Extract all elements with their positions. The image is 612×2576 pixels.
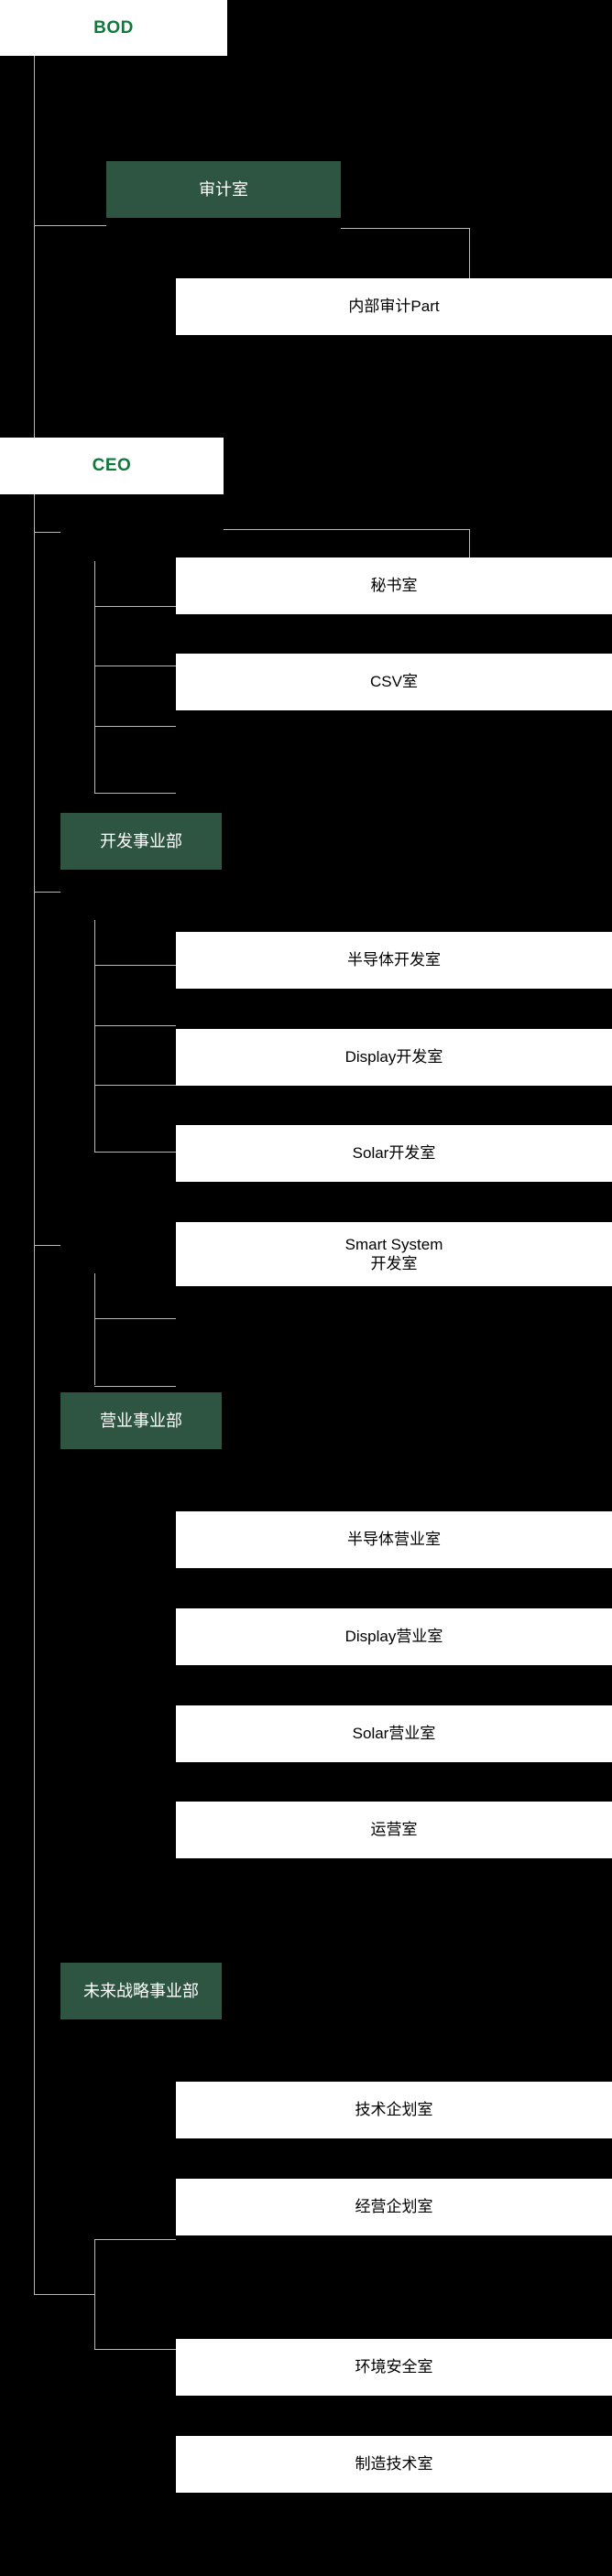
node-sales-display[interactable]: Display营业室 xyxy=(176,1608,612,1665)
node-dev-division[interactable]: 开发事业部 xyxy=(60,813,222,870)
connector-ceo-to-bottom xyxy=(34,2294,94,2295)
node-dev-display[interactable]: Display开发室 xyxy=(176,1029,612,1086)
node-sales-division[interactable]: 营业事业部 xyxy=(60,1392,222,1449)
node-secretary-label: 秘书室 xyxy=(370,577,418,595)
connector-sales-child-3 xyxy=(94,1085,176,1086)
connector-future-spine xyxy=(94,1273,95,1385)
node-sales-solar[interactable]: Solar营业室 xyxy=(176,1705,612,1762)
connector-future-child-1 xyxy=(94,1318,176,1319)
node-csv-label: CSV室 xyxy=(370,673,418,691)
connector-bottom-child-1 xyxy=(94,2239,176,2240)
node-csv[interactable]: CSV室 xyxy=(176,654,612,710)
node-dev-smart-system-label-line1: Smart System xyxy=(344,1235,443,1253)
node-dev-display-label: Display开发室 xyxy=(344,1048,443,1066)
node-sales-semiconductor[interactable]: 半导体营业室 xyxy=(176,1511,612,1568)
connector-sales-spine xyxy=(94,920,95,1152)
node-business-planning-label: 经营企划室 xyxy=(355,2198,433,2216)
node-environment-safety[interactable]: 环境安全室 xyxy=(176,2339,612,2396)
connector-dev-spine xyxy=(94,561,95,793)
node-dev-semiconductor-label: 半导体开发室 xyxy=(347,951,441,969)
node-dev-semiconductor[interactable]: 半导体开发室 xyxy=(176,932,612,989)
connector-sales-child-4 xyxy=(94,1152,176,1153)
node-sales-display-label: Display营业室 xyxy=(344,1628,443,1646)
node-environment-safety-label: 环境安全室 xyxy=(355,2358,433,2376)
connector-audit-right xyxy=(341,228,469,229)
node-manufacturing-tech-label: 制造技术室 xyxy=(355,2455,433,2473)
connector-ceo-right xyxy=(224,529,469,530)
node-dev-smart-system-label-line2: 开发室 xyxy=(370,1255,418,1272)
node-audit[interactable]: 审计室 xyxy=(106,161,341,218)
node-ceo[interactable]: CEO xyxy=(0,438,224,494)
node-manufacturing-tech[interactable]: 制造技术室 xyxy=(176,2436,612,2493)
node-tech-planning-label: 技术企划室 xyxy=(355,2101,433,2119)
node-ceo-label: CEO xyxy=(92,456,132,476)
connector-ceo-to-sales xyxy=(34,892,60,893)
connector-sales-child-1 xyxy=(94,965,176,966)
node-future-strategy-division[interactable]: 未来战略事业部 xyxy=(60,1963,222,2019)
connector-future-child-2 xyxy=(94,1386,176,1387)
connector-dev-child-3 xyxy=(94,726,176,727)
connector-ceo-to-dev xyxy=(34,532,60,533)
node-secretary[interactable]: 秘书室 xyxy=(176,557,612,614)
connector-bottom-spine xyxy=(94,2239,95,2349)
node-audit-part[interactable]: 内部审计Part xyxy=(176,278,612,335)
connector-dev-child-1 xyxy=(94,606,176,607)
node-audit-label: 审计室 xyxy=(199,179,248,199)
connector-bottom-child-2 xyxy=(94,2349,176,2350)
connector-main-spine xyxy=(34,51,35,2294)
node-sales-division-label: 营业事业部 xyxy=(100,1411,182,1430)
node-sales-operations[interactable]: 运营室 xyxy=(176,1802,612,1858)
connector-ceo-to-future xyxy=(34,1245,60,1246)
node-bod-label: BOD xyxy=(93,17,134,38)
node-dev-solar-label: Solar开发室 xyxy=(352,1144,436,1163)
connector-sales-child-2 xyxy=(94,1025,176,1026)
connector-bod-to-audit xyxy=(34,225,106,226)
node-dev-solar[interactable]: Solar开发室 xyxy=(176,1125,612,1182)
node-dev-division-label: 开发事业部 xyxy=(100,831,182,850)
connector-dev-child-4 xyxy=(94,793,176,794)
node-sales-solar-label: Solar营业室 xyxy=(352,1725,436,1743)
node-tech-planning[interactable]: 技术企划室 xyxy=(176,2082,612,2138)
node-bod[interactable]: BOD xyxy=(0,0,227,56)
node-business-planning[interactable]: 经营企划室 xyxy=(176,2179,612,2235)
node-dev-smart-system[interactable]: Smart System 开发室 xyxy=(176,1222,612,1286)
org-chart-canvas: BOD 审计室 内部审计Part CEO 秘书室 CSV室 开发事业部 半导体开… xyxy=(0,0,612,2576)
node-future-strategy-division-label: 未来战略事业部 xyxy=(83,1981,199,2000)
node-audit-part-label: 内部审计Part xyxy=(348,298,440,316)
node-sales-semiconductor-label: 半导体营业室 xyxy=(347,1531,441,1549)
node-sales-operations-label: 运营室 xyxy=(370,1821,418,1839)
